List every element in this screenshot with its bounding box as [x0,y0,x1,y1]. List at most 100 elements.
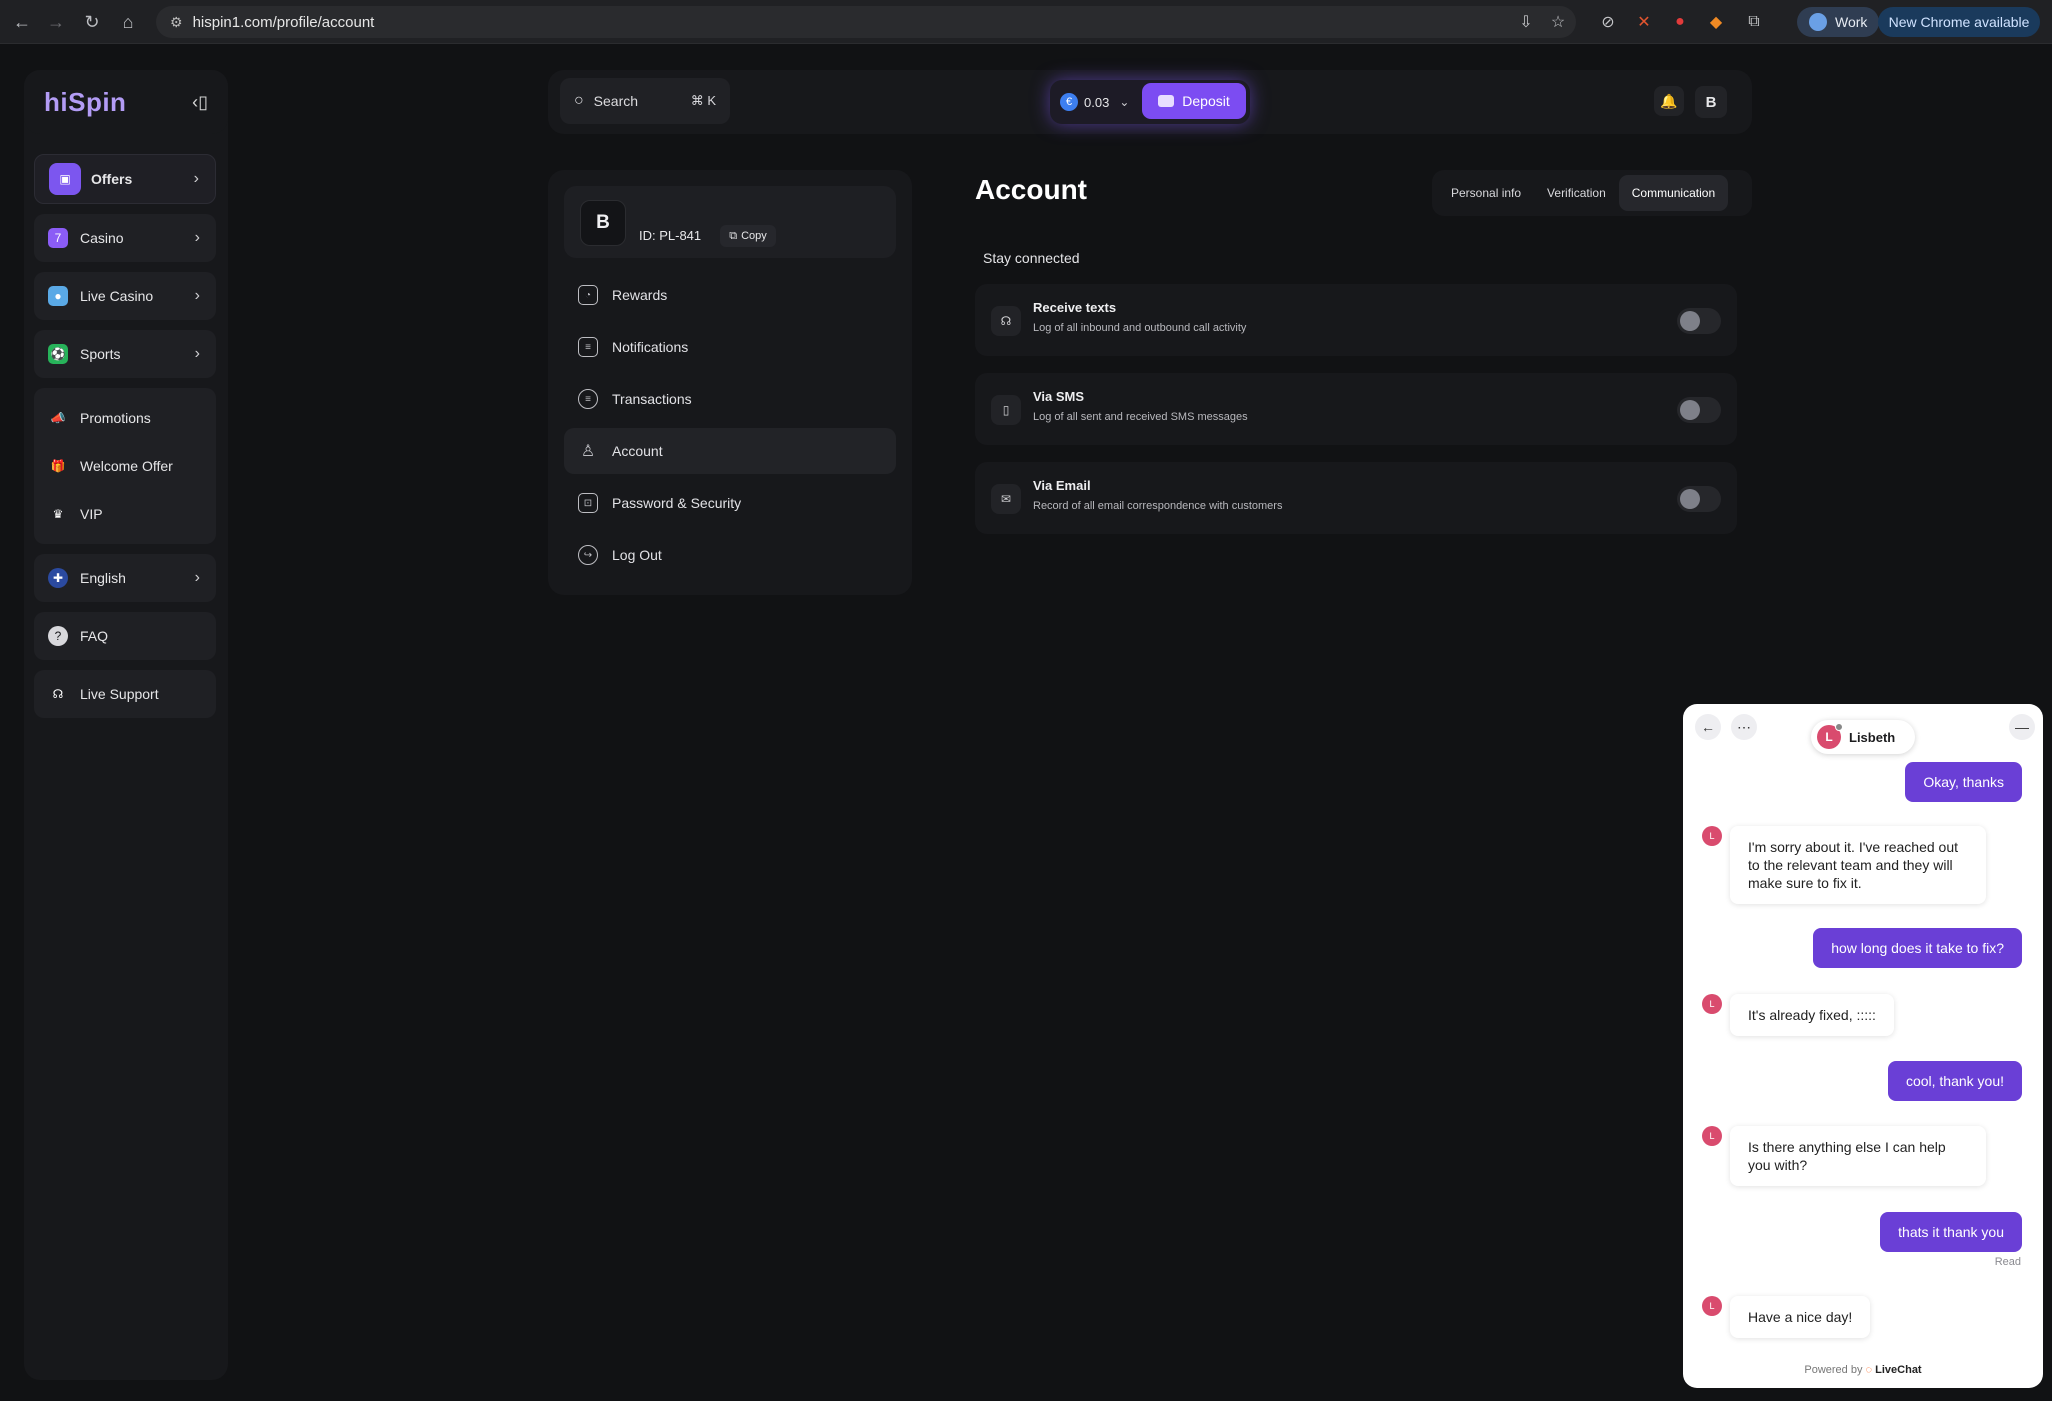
address-bar[interactable]: ⚙ hispin1.com/profile/account [156,6,1576,38]
extension-icon[interactable]: ⊘ [1594,8,1622,36]
message-incoming: Is there anything else I can help you wi… [1730,1126,1986,1186]
tab-label: Communication [1631,186,1716,200]
pref-receive-texts: ☊ Receive texts Log of all inbound and o… [975,284,1737,356]
update-button[interactable]: New Chrome available [1878,7,2040,37]
bookmark-star-icon[interactable]: ☆ [1544,8,1572,36]
message-incoming: It's already fixed, ::::: [1730,994,1894,1036]
gift-icon: 🎁 [50,459,66,473]
extension-icon[interactable]: ✕ [1630,8,1658,36]
bell-icon[interactable]: 🔔 [1654,86,1684,116]
reload-icon[interactable]: ↻ [74,4,110,40]
forward-icon[interactable]: → [38,4,74,40]
via-email-toggle[interactable] [1677,486,1721,512]
section-label: Stay connected [983,250,1080,266]
extension-icon[interactable]: ● [1666,8,1694,36]
agent-name: Lisbeth [1849,729,1896,745]
tab-label: Personal info [1451,186,1522,200]
menu-item-label: Account [612,443,663,459]
menu-item-notifications[interactable]: ≡ Notifications [564,324,896,370]
copy-label: Copy [741,230,767,242]
pref-description: Record of all email correspondence with … [1033,500,1283,512]
menu-item-label: Rewards [612,287,668,303]
menu-item-label: Notifications [612,339,689,355]
site-info-icon[interactable]: ⚙ [170,14,183,31]
search-shortcut: ⌘ K [690,93,716,108]
deposit-button[interactable]: Deposit [1142,83,1246,119]
user-id: ID: PL-841 [639,228,702,243]
pref-description: Log of all inbound and outbound call act… [1033,322,1247,334]
menu-item-label: Log Out [612,547,662,563]
euro-coin-icon: € [1060,93,1078,111]
sidebar-item-welcome-offer[interactable]: 🎁 Welcome Offer [34,442,216,490]
sidebar-item-vip[interactable]: ♛ VIP [34,490,216,538]
sidebar-item-label: Promotions [80,410,151,426]
sidebar-item-sports[interactable]: ⚽ Sports › [34,330,216,378]
powered-by[interactable]: Powered by ◌ LiveChat [1683,1364,2043,1376]
menu-item-rewards[interactable]: ◔ Rewards [564,272,896,318]
menu-item-label: Password & Security [612,495,742,511]
message-outgoing: cool, thank you! [1887,1061,2022,1101]
copy-id-button[interactable]: ⧉ Copy [720,225,776,247]
puzzle-icon[interactable]: ⧉ [1740,8,1768,36]
more-icon[interactable]: ⋯ [1731,714,1757,740]
chevron-right-icon: › [194,287,200,304]
receive-texts-toggle[interactable] [1677,308,1721,334]
sidebar-item-label: FAQ [80,628,109,644]
pref-title: Receive texts [1033,300,1117,315]
uk-flag-icon: ✚ [48,568,68,588]
menu-item-logout[interactable]: ↪ Log Out [564,532,896,578]
extension-icon[interactable]: ◆ [1702,8,1730,36]
sidebar-item-label: Casino [80,230,124,246]
chevron-right-icon: › [194,229,200,246]
sidebar-item-label: Live Casino [80,288,154,304]
inbox-icon: ≡ [578,337,598,357]
casino-icon: 7 [48,228,68,248]
tab-verification[interactable]: Verification [1534,175,1619,211]
profile-pill[interactable]: Work [1797,7,1880,37]
tab-personal-info[interactable]: Personal info [1438,175,1534,211]
sidebar-header: hiSpin ‹▯ [24,70,228,134]
pref-via-email: ✉ Via Email Record of all email correspo… [975,462,1737,534]
phone-icon: ▯ [991,395,1021,425]
avatar[interactable]: B [1695,86,1727,118]
sports-icon: ⚽ [48,344,68,364]
sidebar-item-label: Sports [80,346,121,362]
via-sms-toggle[interactable] [1677,397,1721,423]
sidebar-item-live-casino[interactable]: ● Live Casino › [34,272,216,320]
menu-item-password-security[interactable]: ⊡ Password & Security [564,480,896,526]
sidebar-item-live-support[interactable]: ☊ Live Support [34,670,216,718]
agent-avatar-small: L [1702,1126,1722,1146]
search-button[interactable]: ○ Search ⌘ K [560,78,730,124]
wallet-icon [1158,95,1175,107]
search-label: Search [593,93,639,109]
install-icon[interactable]: ⇩ [1512,8,1540,36]
menu-item-transactions[interactable]: ≡ Transactions [564,376,896,422]
sidebar-item-casino[interactable]: 7 Casino › [34,214,216,262]
toggle-knob [1680,311,1700,331]
sidebar-item-offers[interactable]: ▣ Offers › [34,154,216,204]
sidebar-item-faq[interactable]: ? FAQ [34,612,216,660]
search-icon: ○ [574,92,584,109]
chevron-down-icon: ⌄ [1119,95,1130,109]
back-icon[interactable]: ← [4,4,40,40]
agent-avatar-small: L [1702,1296,1722,1316]
menu-item-label: Transactions [612,391,692,407]
copy-icon: ⧉ [729,229,738,242]
update-label: New Chrome available [1888,14,2030,30]
home-icon[interactable]: ⌂ [110,4,146,40]
chevron-right-icon: › [194,569,200,586]
minimize-icon[interactable]: — [2009,714,2035,740]
pref-title: Via SMS [1033,389,1085,404]
logo[interactable]: hiSpin [44,87,126,118]
tab-communication[interactable]: Communication [1618,175,1729,211]
pref-title: Via Email [1033,478,1091,493]
collapse-sidebar-icon[interactable]: ‹▯ [192,92,208,113]
headset-icon: ☊ [52,687,64,701]
status-dot [1835,723,1843,731]
back-arrow-icon[interactable]: ← [1695,714,1721,740]
sidebar-item-promotions[interactable]: 📣 Promotions [34,394,216,442]
lock-icon: ⊡ [578,493,598,513]
menu-item-account[interactable]: ♙ Account [564,428,896,474]
mail-icon: ✉ [991,484,1021,514]
sidebar-item-language[interactable]: ✚ English › [34,554,216,602]
